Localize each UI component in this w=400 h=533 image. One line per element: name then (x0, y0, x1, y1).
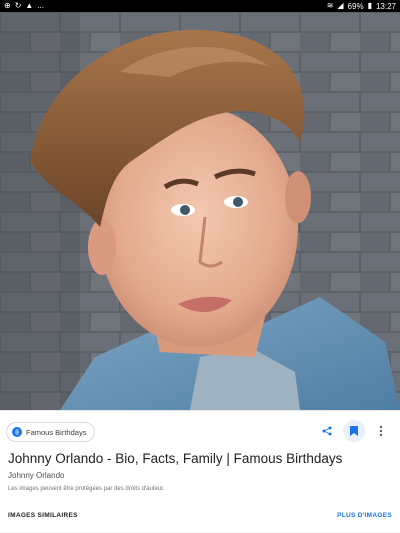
more-vert-icon (379, 425, 383, 437)
battery-icon: ▮ (367, 1, 372, 10)
copyright-disclaimer: Les images peuvent être protégées par de… (8, 486, 165, 492)
globe-icon (12, 427, 22, 437)
status-bar: ⊕ ↻ ▲ ... ≋ ◢ 69% ▮ 13:27 (0, 0, 400, 12)
left-ear (88, 219, 116, 275)
more-notifications: ... (37, 1, 44, 10)
result-title[interactable]: Johnny Orlando - Bio, Facts, Family | Fa… (8, 451, 392, 466)
status-right: ≋ ◢ 69% ▮ 13:27 (327, 2, 396, 11)
similar-images-label: IMAGES SIMILAIRES (8, 512, 78, 519)
right-ear (285, 171, 311, 223)
action-buttons (316, 420, 392, 442)
browser-icon: ⊕ (4, 1, 11, 10)
clock: 13:27 (375, 1, 396, 11)
share-icon (322, 426, 332, 436)
result-subtitle: Johnny Orlando (8, 471, 65, 480)
battery-level: 69% (347, 1, 364, 11)
bookmark-icon (350, 426, 358, 436)
wifi-icon: ≋ (326, 1, 334, 10)
share-button[interactable] (316, 420, 338, 442)
source-name: Famous Birthdays (26, 427, 87, 437)
signal-icon: ◢ (337, 1, 344, 10)
notification-icon: ▲ (25, 1, 34, 10)
bottom-row: IMAGES SIMILAIRES PLUS D'IMAGES (8, 512, 392, 519)
image-info-card: Famous Birthdays Johnny Orlando - Bio, F… (0, 410, 400, 533)
more-images-link[interactable]: PLUS D'IMAGES (337, 512, 392, 519)
portrait-photo (0, 12, 400, 410)
right-eye (233, 197, 243, 207)
sync-icon: ↻ (14, 1, 22, 10)
source-chip[interactable]: Famous Birthdays (6, 422, 96, 442)
left-eye (180, 205, 190, 215)
image-preview[interactable] (0, 12, 400, 410)
more-options-button[interactable] (370, 420, 392, 442)
status-left: ⊕ ↻ ▲ ... (4, 2, 44, 10)
save-button[interactable] (343, 420, 365, 442)
